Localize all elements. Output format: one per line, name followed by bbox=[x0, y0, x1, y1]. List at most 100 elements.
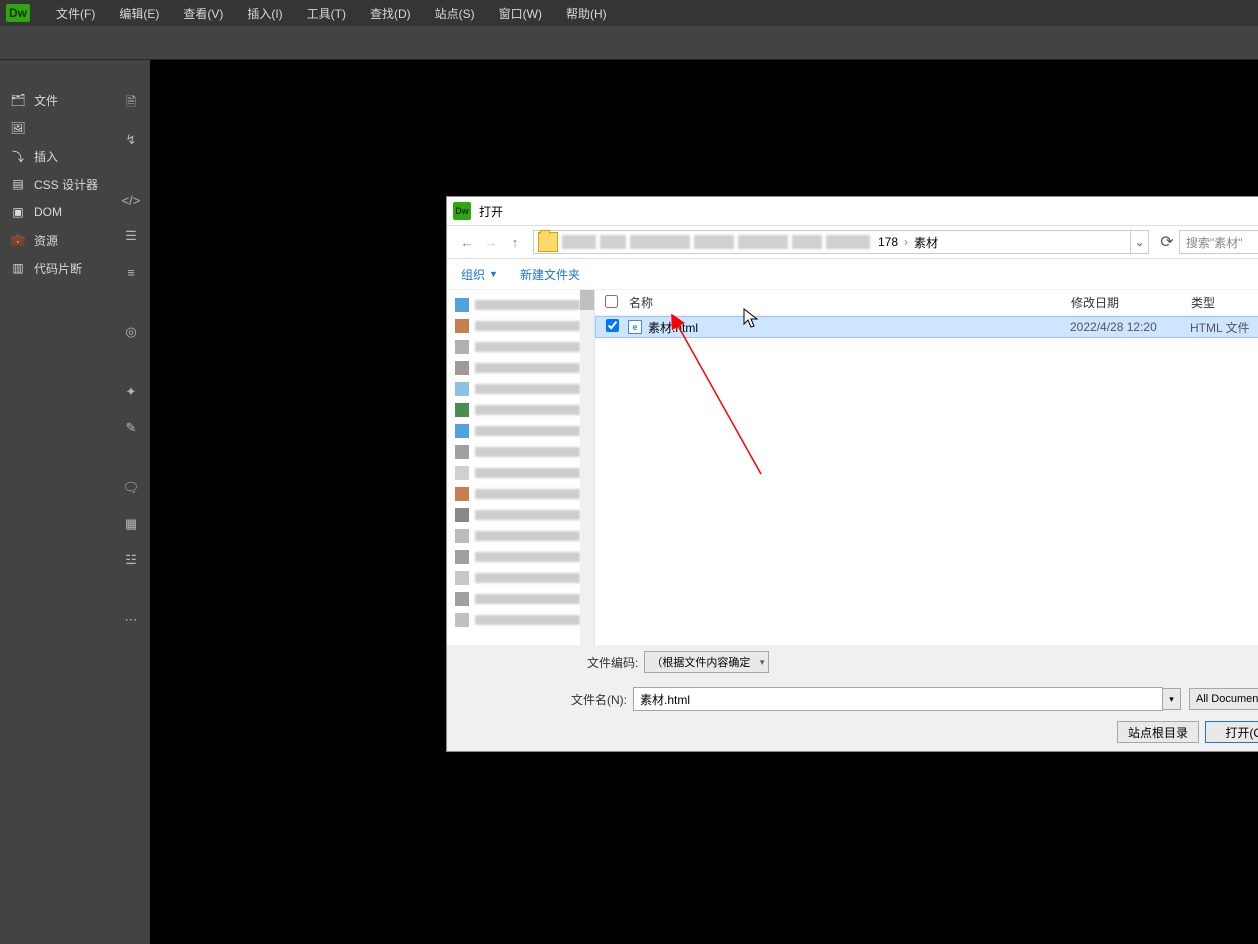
code-icon[interactable]: </> bbox=[119, 188, 143, 212]
folder-icon bbox=[538, 232, 558, 252]
menu-site[interactable]: 站点(S) bbox=[423, 5, 487, 22]
dialog-nav: ← → ↑ 178 › 素材 bbox=[447, 225, 1258, 259]
filename-label: 文件名(N): bbox=[571, 691, 627, 708]
breadcrumb-178[interactable]: 178 bbox=[874, 235, 902, 249]
main-area: 🗂文件 🖼 ⤵ 插入 ▤ CSS 设计器 ▣DOM 💼资源 ▥ 代码片断 🗎 ↯ </… bbox=[0, 60, 1258, 944]
list-icon[interactable]: ☰ bbox=[119, 224, 143, 248]
open-doc-icon[interactable]: ↯ bbox=[119, 128, 143, 152]
panel-blank[interactable]: 🖼 bbox=[0, 114, 112, 142]
css-icon: ▤ bbox=[10, 176, 26, 192]
layers-icon[interactable]: ☳ bbox=[119, 548, 143, 572]
path-blur bbox=[738, 235, 788, 249]
menu-edit[interactable]: 编辑(E) bbox=[107, 5, 171, 22]
newfolder-button[interactable]: 新建文件夹 bbox=[520, 266, 580, 283]
organize-button[interactable]: 组织▼ bbox=[461, 266, 498, 283]
search-box[interactable]: 搜索"素材" 🔍 bbox=[1179, 230, 1258, 254]
panel-insert[interactable]: ⤵ 插入 bbox=[0, 142, 112, 170]
left-panel: 🗂文件 🖼 ⤵ 插入 ▤ CSS 设计器 ▣DOM 💼资源 ▥ 代码片断 bbox=[0, 60, 112, 944]
filetype-filter[interactable]: All Documents (*.htm;*.html;*▾ bbox=[1189, 688, 1258, 710]
menu-view[interactable]: 查看(V) bbox=[171, 5, 235, 22]
select-all-checkbox[interactable] bbox=[605, 295, 618, 308]
target-icon[interactable]: ◎ bbox=[119, 320, 143, 344]
newfolder-label: 新建文件夹 bbox=[520, 266, 580, 283]
panel-assets-label: 资源 bbox=[34, 232, 58, 249]
dialog-body: 名称 修改日期 类型 大小 e 素材.html 2022/4/28 12:20 … bbox=[447, 289, 1258, 645]
filename-dropdown-icon[interactable]: ▾ bbox=[1163, 688, 1181, 710]
wand-icon[interactable]: ✦ bbox=[119, 380, 143, 404]
dom-icon: ▣ bbox=[10, 204, 26, 220]
menu-find[interactable]: 查找(D) bbox=[358, 5, 423, 22]
annotation-arrow-1 bbox=[671, 314, 781, 484]
organize-label: 组织 bbox=[461, 266, 485, 283]
path-box[interactable]: 178 › 素材 ⌄ bbox=[533, 230, 1149, 254]
file-date: 2022/4/28 12:20 bbox=[1070, 320, 1190, 334]
path-blur bbox=[600, 235, 626, 249]
panel-dom[interactable]: ▣DOM bbox=[0, 198, 112, 226]
dialog-toolbar: 组织▼ 新建文件夹 ☷ ▼ ▯ ? bbox=[447, 259, 1258, 289]
files-icon: 🗂 bbox=[10, 92, 26, 108]
breadcrumb-sucai[interactable]: 素材 bbox=[910, 234, 942, 251]
filter-value: All Documents (*.htm;*.html;* bbox=[1196, 693, 1258, 705]
dw-logo: Dw bbox=[6, 4, 30, 22]
breadcrumb-sep: › bbox=[902, 235, 910, 249]
path-dropdown-icon[interactable]: ⌄ bbox=[1130, 231, 1148, 253]
menu-tools[interactable]: 工具(T) bbox=[295, 5, 358, 22]
siteroot-label: 站点根目录 bbox=[1128, 724, 1188, 741]
panel-snippets[interactable]: ▥ 代码片断 bbox=[0, 254, 112, 282]
insert-icon: ⤵ bbox=[10, 148, 26, 164]
search-placeholder: 搜索"素材" bbox=[1186, 234, 1243, 251]
sub-toolbar bbox=[0, 26, 1258, 60]
menu-help[interactable]: 帮助(H) bbox=[554, 5, 619, 22]
align-icon[interactable]: ≡ bbox=[119, 260, 143, 284]
image-icon: 🖼 bbox=[10, 120, 26, 136]
filename-input[interactable] bbox=[633, 687, 1163, 711]
back-icon[interactable]: ← bbox=[455, 230, 479, 254]
open-dialog: Dw 打开 ✕ ← → ↑ bbox=[446, 196, 1258, 752]
siteroot-button[interactable]: 站点根目录 bbox=[1117, 721, 1199, 743]
menu-bar: Dw 文件(F) 编辑(E) 查看(V) 插入(I) 工具(T) 查找(D) 站… bbox=[0, 0, 1258, 26]
path-blur bbox=[792, 235, 822, 249]
file-list: 名称 修改日期 类型 大小 e 素材.html 2022/4/28 12:20 … bbox=[595, 290, 1258, 645]
forward-icon[interactable]: → bbox=[479, 230, 503, 254]
menu-insert[interactable]: 插入(I) bbox=[235, 5, 294, 22]
path-blur bbox=[630, 235, 690, 249]
dialog-titlebar: Dw 打开 ✕ bbox=[447, 197, 1258, 225]
menu-window[interactable]: 窗口(W) bbox=[487, 5, 554, 22]
up-icon[interactable]: ↑ bbox=[503, 230, 527, 254]
panel-css-label: CSS 设计器 bbox=[34, 176, 98, 193]
col-date[interactable]: 修改日期 bbox=[1071, 294, 1191, 311]
encoding-combo[interactable]: （根据文件内容确定▾ bbox=[644, 651, 769, 673]
file-checkbox[interactable] bbox=[606, 319, 619, 332]
brush-icon[interactable]: ✎ bbox=[119, 416, 143, 440]
panel-snippets-label: 代码片断 bbox=[34, 260, 82, 277]
file-header: 名称 修改日期 类型 大小 bbox=[595, 290, 1258, 316]
more-icon[interactable]: ⋯ bbox=[119, 608, 143, 632]
dialog-dw-icon: Dw bbox=[453, 202, 471, 220]
canvas: Dw 打开 ✕ ← → ↑ bbox=[150, 60, 1258, 944]
panel-insert-label: 插入 bbox=[34, 148, 58, 165]
path-blur bbox=[694, 235, 734, 249]
sidebar-scrollbar[interactable] bbox=[580, 290, 594, 645]
html-file-icon: e bbox=[628, 320, 642, 334]
panel-css[interactable]: ▤ CSS 设计器 bbox=[0, 170, 112, 198]
panel-files[interactable]: 🗂文件 bbox=[0, 86, 112, 114]
file-name: 素材.html bbox=[648, 319, 1070, 336]
col-type[interactable]: 类型 bbox=[1191, 294, 1258, 311]
open-button[interactable]: 打开(O) bbox=[1205, 721, 1258, 743]
col-name[interactable]: 名称 bbox=[623, 294, 1071, 311]
comment-icon[interactable]: 🗨 bbox=[119, 476, 143, 500]
file-type: HTML 文件 bbox=[1190, 319, 1258, 336]
snippets-icon: ▥ bbox=[10, 260, 26, 276]
grid-icon[interactable]: ▦ bbox=[119, 512, 143, 536]
path-blur bbox=[826, 235, 870, 249]
folder-tree[interactable] bbox=[447, 290, 595, 645]
chevron-down-icon: ▾ bbox=[760, 657, 765, 668]
dialog-bottom: 文件编码: （根据文件内容确定▾ 文件名(N): ▾ All Documents… bbox=[447, 645, 1258, 751]
menu-file[interactable]: 文件(F) bbox=[44, 5, 107, 22]
path-blur bbox=[562, 235, 596, 249]
open-label: 打开(O) bbox=[1225, 724, 1258, 741]
new-doc-icon[interactable]: 🗎 bbox=[119, 92, 143, 116]
file-row[interactable]: e 素材.html 2022/4/28 12:20 HTML 文件 1 KB bbox=[595, 316, 1258, 338]
panel-assets[interactable]: 💼资源 bbox=[0, 226, 112, 254]
refresh-icon[interactable]: ⟳ bbox=[1155, 230, 1179, 254]
